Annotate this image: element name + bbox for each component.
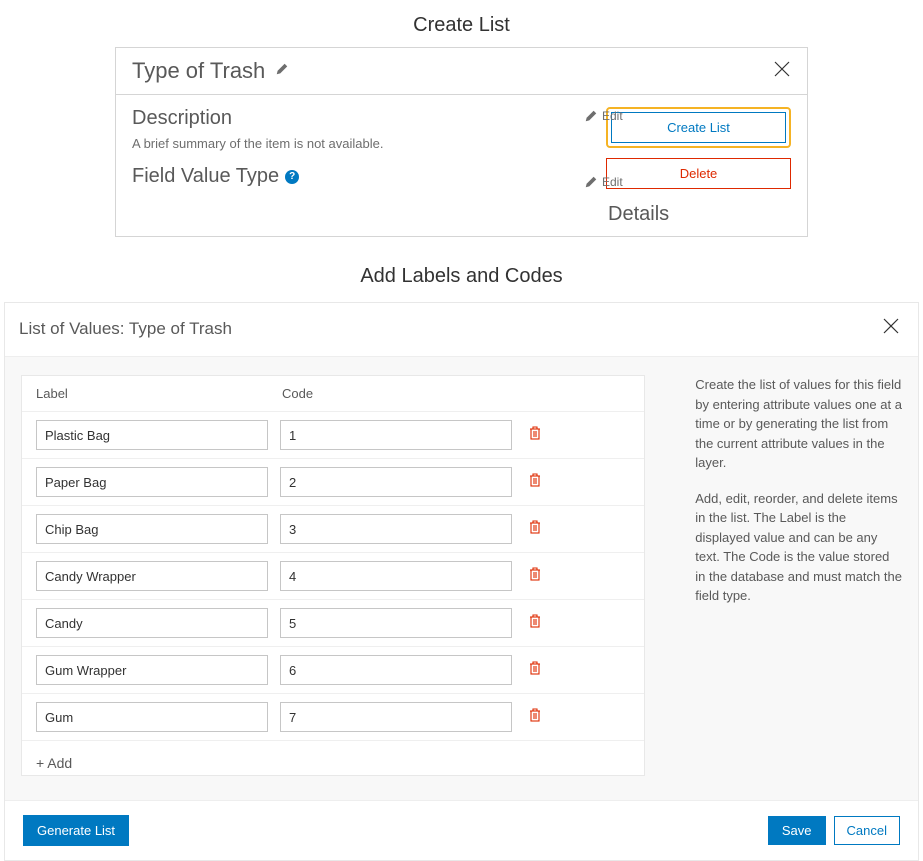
close-icon[interactable] bbox=[773, 60, 791, 83]
code-input[interactable] bbox=[280, 467, 512, 497]
code-input[interactable] bbox=[280, 608, 512, 638]
list-of-values-panel: List of Values: Type of Trash Label Code… bbox=[4, 302, 919, 861]
label-input[interactable] bbox=[36, 702, 268, 732]
code-input[interactable] bbox=[280, 655, 512, 685]
table-row bbox=[22, 411, 644, 458]
help-paragraph-1: Create the list of values for this field… bbox=[695, 375, 902, 473]
trash-icon[interactable] bbox=[524, 425, 542, 446]
trash-icon[interactable] bbox=[524, 660, 542, 681]
description-text: A brief summary of the item is not avail… bbox=[132, 136, 606, 151]
edit-label: Edit bbox=[602, 175, 623, 189]
trash-icon[interactable] bbox=[524, 519, 542, 540]
table-row bbox=[22, 646, 644, 693]
label-input[interactable] bbox=[36, 420, 268, 450]
save-button[interactable]: Save bbox=[768, 816, 826, 845]
field-title: Type of Trash bbox=[132, 58, 265, 84]
details-label: Details bbox=[606, 203, 791, 226]
table-row bbox=[22, 693, 644, 740]
label-input[interactable] bbox=[36, 514, 268, 544]
trash-icon[interactable] bbox=[524, 566, 542, 587]
label-input[interactable] bbox=[36, 467, 268, 497]
trash-icon[interactable] bbox=[524, 613, 542, 634]
code-input[interactable] bbox=[280, 561, 512, 591]
help-text: Create the list of values for this field… bbox=[645, 375, 902, 776]
edit-field-value-type-link[interactable]: Edit bbox=[584, 175, 623, 189]
code-input[interactable] bbox=[280, 702, 512, 732]
label-input[interactable] bbox=[36, 561, 268, 591]
edit-description-link[interactable]: Edit bbox=[584, 109, 623, 123]
code-input[interactable] bbox=[280, 420, 512, 450]
values-table: Label Code + Add bbox=[21, 375, 645, 776]
trash-icon[interactable] bbox=[524, 707, 542, 728]
table-row bbox=[22, 552, 644, 599]
description-label: Description bbox=[132, 107, 606, 130]
column-header-label: Label bbox=[36, 386, 282, 401]
help-paragraph-2: Add, edit, reorder, and delete items in … bbox=[695, 489, 902, 606]
edit-label: Edit bbox=[602, 109, 623, 123]
add-row-button[interactable]: + Add bbox=[22, 740, 644, 775]
generate-list-button[interactable]: Generate List bbox=[23, 815, 129, 846]
delete-button[interactable]: Delete bbox=[606, 158, 791, 189]
field-panel-header: Type of Trash bbox=[116, 48, 807, 95]
table-row bbox=[22, 505, 644, 552]
field-value-type-label: Field Value Type bbox=[132, 165, 279, 188]
section1-heading: Create List bbox=[0, 0, 923, 47]
section2-heading: Add Labels and Codes bbox=[0, 237, 923, 302]
trash-icon[interactable] bbox=[524, 472, 542, 493]
table-row bbox=[22, 458, 644, 505]
close-icon[interactable] bbox=[882, 317, 900, 340]
cancel-button[interactable]: Cancel bbox=[834, 816, 900, 845]
code-input[interactable] bbox=[280, 514, 512, 544]
label-input[interactable] bbox=[36, 608, 268, 638]
pencil-icon[interactable] bbox=[275, 62, 289, 81]
create-list-highlight: Create List bbox=[606, 107, 791, 148]
help-icon[interactable]: ? bbox=[285, 170, 299, 184]
create-list-button[interactable]: Create List bbox=[611, 112, 786, 143]
list-panel-title: List of Values: Type of Trash bbox=[19, 319, 232, 339]
label-input[interactable] bbox=[36, 655, 268, 685]
field-panel: Type of Trash Description A brief summar… bbox=[115, 47, 808, 237]
table-row bbox=[22, 599, 644, 646]
column-header-code: Code bbox=[282, 386, 522, 401]
